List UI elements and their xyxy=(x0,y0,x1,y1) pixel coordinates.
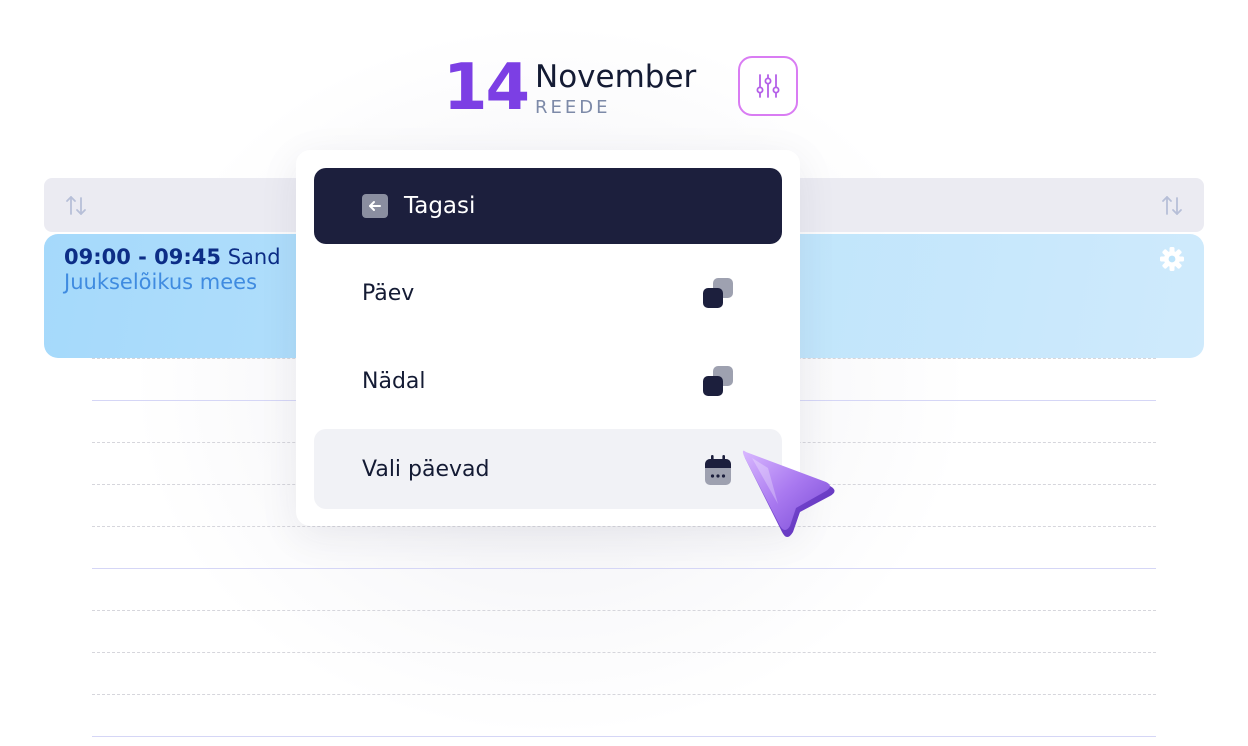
sort-arrows-icon[interactable] xyxy=(64,194,88,218)
gear-icon[interactable] xyxy=(1158,245,1186,273)
grid-line xyxy=(92,568,1156,569)
back-button-label: Tagasi xyxy=(404,193,476,219)
date-day-number: 14 xyxy=(443,51,530,125)
squares-icon xyxy=(703,366,735,398)
filter-button[interactable] xyxy=(738,56,798,116)
event-client: Sand xyxy=(227,245,281,269)
calendar-icon xyxy=(705,455,731,485)
date-month: November xyxy=(535,59,697,95)
grid-line xyxy=(92,610,1156,611)
grid-line xyxy=(92,694,1156,695)
squares-icon xyxy=(703,278,735,310)
menu-item-label: Vali päevad xyxy=(362,457,490,482)
grid-line xyxy=(92,652,1156,653)
menu-item-label: Nädal xyxy=(362,369,426,394)
event-title: 09:00 - 09:45 Sand xyxy=(64,244,281,270)
sort-arrows-icon[interactable] xyxy=(1160,194,1184,218)
pointer-cursor-icon xyxy=(742,450,835,537)
date-weekday: REEDE xyxy=(535,97,611,118)
event-time-range: 09:00 - 09:45 xyxy=(64,245,222,269)
grid-line xyxy=(92,736,1156,737)
grid-line xyxy=(92,526,1156,527)
event-service: Juukselõikus mees xyxy=(64,270,258,294)
arrow-left-icon xyxy=(362,194,388,218)
sliders-icon xyxy=(756,74,780,98)
menu-item-label: Päev xyxy=(362,281,415,306)
